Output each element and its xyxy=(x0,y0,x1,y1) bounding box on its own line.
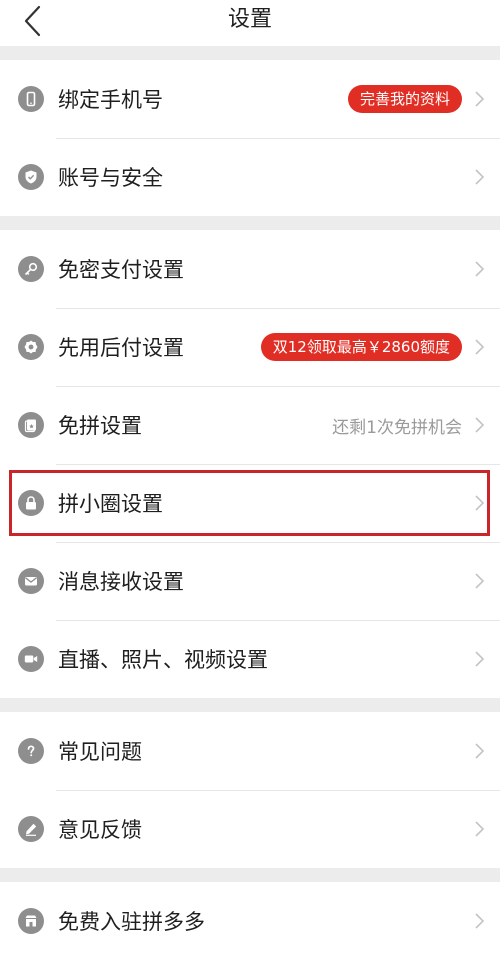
row-password-free-pay[interactable]: 免密支付设置 xyxy=(0,230,500,308)
section-gap xyxy=(0,46,500,60)
chevron-right-icon xyxy=(475,913,485,929)
promo-badge[interactable]: 完善我的资料 xyxy=(347,85,462,113)
section-account: 绑定手机号 完善我的资料 账号与安全 xyxy=(0,60,500,216)
section-gap xyxy=(0,216,500,230)
question-icon xyxy=(18,738,44,764)
chevron-right-icon xyxy=(475,821,485,837)
lock-icon xyxy=(18,490,44,516)
phone-icon xyxy=(18,86,44,112)
section-settings: 免密支付设置 先用后付设置 双12领取最高￥2860额度 免拼设置 还剩1次免拼… xyxy=(0,230,500,698)
row-label: 消息接收设置 xyxy=(58,570,184,594)
chevron-right-icon xyxy=(475,651,485,667)
chevron-right-icon xyxy=(475,417,485,433)
badge-icon xyxy=(18,334,44,360)
section-merchant: 免费入驻拼多多 xyxy=(0,882,500,960)
shield-icon xyxy=(18,164,44,190)
chevron-right-icon xyxy=(475,743,485,759)
section-gap xyxy=(0,698,500,712)
row-message-settings[interactable]: 消息接收设置 xyxy=(0,542,500,620)
row-label: 免密支付设置 xyxy=(58,258,184,282)
row-label: 拼小圈设置 xyxy=(58,492,163,516)
row-pay-later[interactable]: 先用后付设置 双12领取最高￥2860额度 xyxy=(0,308,500,386)
row-bind-phone[interactable]: 绑定手机号 完善我的资料 xyxy=(0,60,500,138)
chevron-right-icon xyxy=(475,339,485,355)
row-label: 账号与安全 xyxy=(58,166,163,190)
chevron-right-icon xyxy=(475,91,485,107)
mail-icon xyxy=(18,568,44,594)
row-label: 先用后付设置 xyxy=(58,336,184,360)
section-gap xyxy=(0,868,500,882)
section-help: 常见问题 意见反馈 xyxy=(0,712,500,868)
card-icon xyxy=(18,412,44,438)
row-group-free[interactable]: 免拼设置 还剩1次免拼机会 xyxy=(0,386,500,464)
store-icon xyxy=(18,908,44,934)
promo-badge[interactable]: 双12领取最高￥2860额度 xyxy=(260,333,462,361)
row-label: 免费入驻拼多多 xyxy=(58,910,205,934)
row-circle-settings[interactable]: 拼小圈设置 xyxy=(0,464,500,542)
row-feedback[interactable]: 意见反馈 xyxy=(0,790,500,868)
row-label: 意见反馈 xyxy=(58,818,142,842)
row-media-settings[interactable]: 直播、照片、视频设置 xyxy=(0,620,500,698)
row-label: 免拼设置 xyxy=(58,414,142,438)
row-label: 直播、照片、视频设置 xyxy=(58,648,268,672)
top-bar: 设置 xyxy=(0,0,500,46)
remaining-hint: 还剩1次免拼机会 xyxy=(332,417,462,438)
row-label: 常见问题 xyxy=(58,740,142,764)
page-title: 设置 xyxy=(227,7,272,32)
chevron-right-icon xyxy=(475,261,485,277)
row-label: 绑定手机号 xyxy=(58,88,163,112)
pencil-icon xyxy=(18,816,44,842)
chevron-right-icon xyxy=(475,169,485,185)
chevron-right-icon xyxy=(475,495,485,511)
video-icon xyxy=(18,646,44,672)
row-join-merchant[interactable]: 免费入驻拼多多 xyxy=(0,882,500,960)
chevron-right-icon xyxy=(475,573,485,589)
row-faq[interactable]: 常见问题 xyxy=(0,712,500,790)
row-account-security[interactable]: 账号与安全 xyxy=(0,138,500,216)
key-icon xyxy=(18,256,44,282)
